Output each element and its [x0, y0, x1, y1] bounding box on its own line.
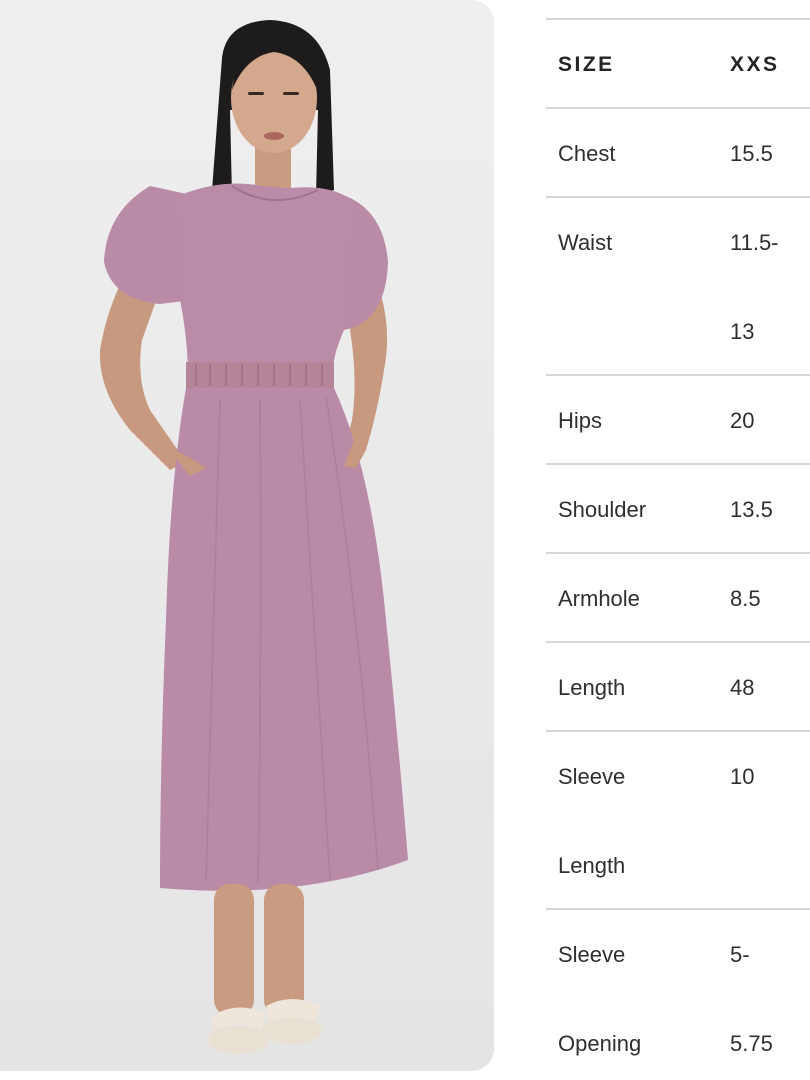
row-length-value: 48: [730, 675, 755, 700]
row-divider: [546, 641, 810, 643]
row-sleeve-opening-label-cont: Opening: [558, 1031, 642, 1056]
row-armhole-value: 8.5: [730, 586, 761, 611]
row-divider: [546, 107, 810, 109]
row-length-label: Length: [558, 675, 626, 700]
row-divider: [546, 908, 810, 910]
row-hips-label: Hips: [558, 408, 603, 433]
row-shoulder-label: Shoulder: [558, 497, 647, 522]
row-divider: [546, 18, 810, 20]
size-chart: SIZE XXS Chest 15.5 Waist 11.5- 13 Hips …: [546, 0, 810, 1080]
row-divider: [546, 463, 810, 465]
product-photo: [0, 0, 494, 1071]
row-waist-value-cont: 13: [730, 319, 755, 344]
row-sleeve-opening-value-cont: 5.75: [730, 1031, 773, 1056]
row-chest-label: Chest: [558, 141, 616, 166]
row-shoulder-value: 13.5: [730, 497, 773, 522]
row-sleeve-opening-label: Sleeve: [558, 942, 626, 967]
row-sleeve-length-value: 10: [730, 764, 755, 789]
row-divider: [546, 196, 810, 198]
row-sleeve-length-label: Sleeve: [558, 764, 626, 789]
row-sleeve-length-label-cont: Length: [558, 853, 626, 878]
row-waist-value: 11.5-: [730, 230, 779, 255]
row-waist-label: Waist: [558, 230, 613, 255]
row-divider: [546, 552, 810, 554]
size-header-value: XXS: [730, 53, 780, 76]
row-divider: [546, 730, 810, 732]
size-header-label: SIZE: [558, 53, 615, 76]
model-in-dress-illustration: [99, 20, 408, 1054]
row-divider: [546, 374, 810, 376]
row-hips-value: 20: [730, 408, 755, 433]
row-armhole-label: Armhole: [558, 586, 640, 611]
row-sleeve-opening-value: 5-: [730, 942, 750, 967]
row-chest-value: 15.5: [730, 141, 773, 166]
